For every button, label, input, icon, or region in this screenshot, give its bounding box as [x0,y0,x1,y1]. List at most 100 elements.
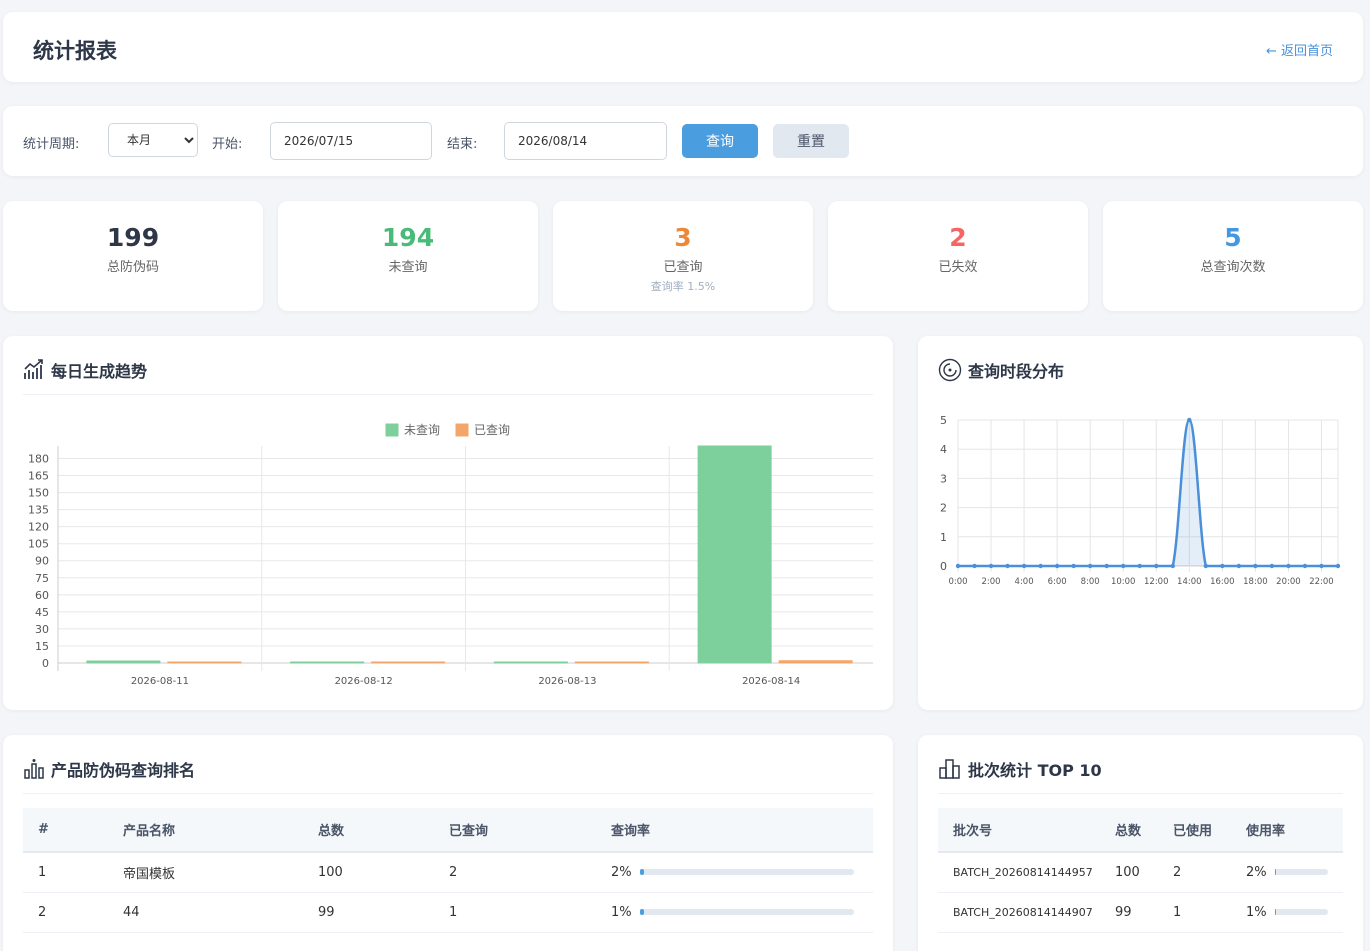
used-cell: 2 [1158,852,1231,893]
bar-chart-icon [24,759,44,779]
table-header-row: 批次号 总数 已使用 使用率 [938,808,1343,853]
building-chart-icon [939,759,960,779]
stat-value: 2 [949,223,967,252]
x-tick-label: 12:00 [1144,577,1169,587]
query-button[interactable]: 查询 [682,124,758,158]
data-point [955,563,961,569]
x-tick-label: 2026-08-11 [131,676,189,687]
x-tick-label: 2:00 [981,577,1000,587]
total-cell: 100 [303,852,434,893]
x-tick-label: 22:00 [1309,577,1334,587]
column-header: 总数 [303,808,434,853]
x-tick-label: 0:00 [948,577,967,587]
reset-button[interactable]: 重置 [773,124,849,158]
rate-bar [639,909,854,915]
stat-sub: 查询率 1.5% [650,280,716,293]
data-point [1054,563,1060,569]
column-header: # [23,808,108,853]
data-point [1253,563,1258,569]
y-tick-label: 105 [28,538,49,551]
stat-value: 194 [381,223,435,252]
bar [574,661,649,664]
x-tick-label: 20:00 [1276,577,1301,587]
start-label: 开始: [212,137,243,152]
table-header-row: # 产品名称 总数 已查询 查询率 [23,808,873,853]
x-tick-label: 2026-08-12 [335,676,393,687]
legend-swatch [385,423,399,437]
rate-bar-fill [639,869,644,876]
stat-card-unqueried: 194 未查询 [278,201,538,311]
y-tick-label: 4 [940,443,947,456]
y-tick-label: 135 [28,504,49,517]
total-cell: 99 [1100,892,1158,933]
data-point [1203,563,1209,569]
data-point [1220,563,1225,569]
data-point [1187,417,1192,423]
data-point [1335,563,1341,569]
stat-card-expired: 2 已失效 [828,201,1088,311]
data-point [1121,563,1126,569]
bar [86,660,161,664]
product-name-cell: 44 [108,892,303,933]
y-tick-label: 180 [28,452,49,465]
daily-trend-chart: 未查询 已查询 0 15 30 45 60 75 90 105 120 135 150 165 180 202… [28,423,873,687]
period-select[interactable]: 本月 [108,123,198,157]
batch-table: 批次号 总数 已使用 使用率 BATCH_20260814144957 100 … [938,808,1343,933]
rate-bar [1274,869,1328,876]
y-tick-label: 75 [35,572,49,585]
data-point [1104,563,1109,569]
data-point [1236,563,1242,569]
bar [371,661,446,664]
hour-distribution-panel: 查询时段分布 0 1 2 3 4 5 0:00 2:00 4:00 6:00 8:00 10:00 12… [918,336,1363,710]
legend-swatch [455,423,469,437]
x-tick-label: 14:00 [1177,577,1202,587]
bar [697,445,772,664]
y-tick-label: 5 [940,414,947,427]
legend-label: 未查询 [404,423,440,437]
total-cell: 99 [303,892,434,933]
queried-cell: 1 [434,892,596,933]
rate-cell: 2% [1231,852,1343,893]
batch-stats-panel: 批次统计 TOP 10 批次号 总数 已使用 使用率 BATCH_2026081… [918,735,1363,951]
stat-value: 199 [106,223,160,252]
rate-cell: 1% [1231,892,1343,933]
end-date-input[interactable] [504,122,667,160]
batch-id-cell: BATCH_20260814144907 [938,892,1100,933]
x-tick-label: 16:00 [1210,577,1235,587]
table-row: 2 44 99 1 1% [23,892,873,933]
hour-distribution-chart: 0 1 2 3 4 5 0:00 2:00 4:00 6:00 8:00 10:00 12:00 14:0… [940,414,1341,587]
stat-value: 3 [674,223,692,252]
data-point [1302,563,1308,569]
used-cell: 1 [1158,892,1231,933]
data-point [1038,563,1043,569]
rank-cell: 1 [23,852,108,893]
stat-card-query-count: 5 总查询次数 [1103,201,1363,311]
table-row: 1 帝国模板 100 2 2% [23,852,873,893]
y-tick-label: 30 [35,623,49,636]
divider [938,793,1343,794]
back-home-link[interactable]: ← 返回首页 [1266,40,1333,59]
bar [290,661,365,664]
y-tick-label: 165 [28,470,49,483]
data-point [1170,563,1175,569]
x-tick-label: 10:00 [1111,577,1136,587]
rate-text: 2% [611,864,632,880]
rate-bar [1274,909,1328,915]
rate-bar-fill [1274,869,1276,876]
data-point [972,563,977,569]
rate-cell: 1% [596,892,873,933]
bar [493,661,568,664]
stat-value: 5 [1224,223,1242,252]
x-tick-label: 4:00 [1015,577,1034,587]
data-point [1286,563,1291,569]
data-point [1071,563,1076,569]
rate-bar-fill [639,909,644,915]
column-header: 已查询 [434,808,596,853]
start-date-input[interactable] [270,122,432,160]
column-header: 批次号 [938,808,1100,853]
data-point [1319,563,1324,569]
data-point [1269,563,1275,569]
data-point [1087,563,1093,569]
rate-cell: 2% [596,852,873,893]
data-point [1005,563,1010,569]
